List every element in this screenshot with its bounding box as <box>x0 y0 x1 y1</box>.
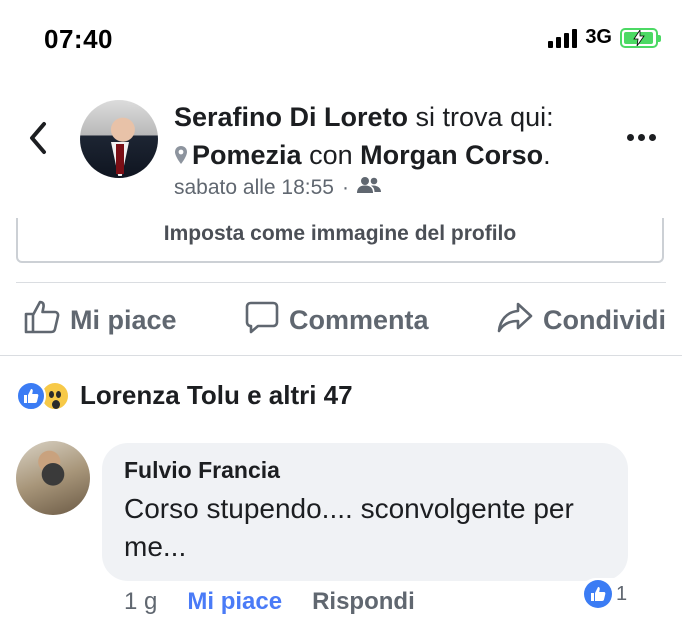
comment-reaction-badge[interactable]: 1 <box>580 578 632 610</box>
commenter-avatar[interactable] <box>16 441 90 515</box>
divider <box>16 282 666 283</box>
like-button[interactable]: Mi piace <box>24 300 177 341</box>
status-indicators: 3G <box>548 26 661 49</box>
reactions-summary[interactable]: Lorenza Tolu e altri 47 <box>16 380 353 411</box>
like-reaction-icon <box>16 380 46 411</box>
author-name[interactable]: Serafino Di Loreto <box>174 102 408 132</box>
place-name[interactable]: Pomezia <box>192 140 302 171</box>
author-avatar[interactable] <box>80 100 158 178</box>
more-dots-icon[interactable] <box>627 134 656 141</box>
comment-label: Commenta <box>289 304 429 335</box>
divider <box>0 355 682 356</box>
comment-footer: 1 g Mi piace Rispondi <box>124 588 415 616</box>
comment-text: Corso stupendo.... sconvolgente per me..… <box>124 493 574 562</box>
comment-button[interactable]: Commenta <box>245 300 429 341</box>
checkin-text: si trova qui: <box>415 102 554 132</box>
thumbs-up-icon <box>24 300 60 341</box>
post-meta: sabato alle 18:55 · <box>174 176 381 200</box>
status-time: 07:40 <box>44 24 113 54</box>
back-chevron-icon[interactable] <box>24 118 54 158</box>
comment-reply-button[interactable]: Rispondi <box>312 588 415 616</box>
period: . <box>543 140 551 170</box>
with-text: con <box>309 140 353 170</box>
like-label: Mi piace <box>70 304 177 335</box>
meta-separator: · <box>341 176 349 199</box>
comment-bubble: Fulvio Francia Corso stupendo.... sconvo… <box>102 443 628 581</box>
like-reaction-icon <box>584 580 612 608</box>
network-type: 3G <box>585 26 612 48</box>
post-action-bar: Mi piace Commenta Condividi <box>24 300 666 340</box>
tagged-person[interactable]: Morgan Corso <box>360 140 543 171</box>
comment-author[interactable]: Fulvio Francia <box>124 457 606 484</box>
comment-like-button[interactable]: Mi piace <box>187 588 282 616</box>
share-label: Condividi <box>542 304 666 335</box>
comment-time: 1 g <box>124 588 158 615</box>
signal-icon <box>548 28 578 48</box>
post-author-line: Serafino Di Loreto si trova qui: <box>174 102 554 133</box>
post-timestamp[interactable]: sabato alle 18:55 <box>174 176 334 200</box>
post-location-line: Pomezia con Morgan Corso. <box>174 139 551 172</box>
battery-icon <box>620 27 661 48</box>
share-arrow-icon <box>497 301 533 340</box>
friends-audience-icon <box>356 176 381 200</box>
reactions-text: Lorenza Tolu e altri 47 <box>80 380 353 410</box>
set-profile-picture-button[interactable]: Imposta come immagine del profilo <box>16 218 664 263</box>
location-pin-icon <box>174 141 188 172</box>
comment-bubble-icon <box>245 300 279 341</box>
share-button[interactable]: Condividi <box>497 301 666 340</box>
comment-like-count: 1 <box>616 582 628 605</box>
